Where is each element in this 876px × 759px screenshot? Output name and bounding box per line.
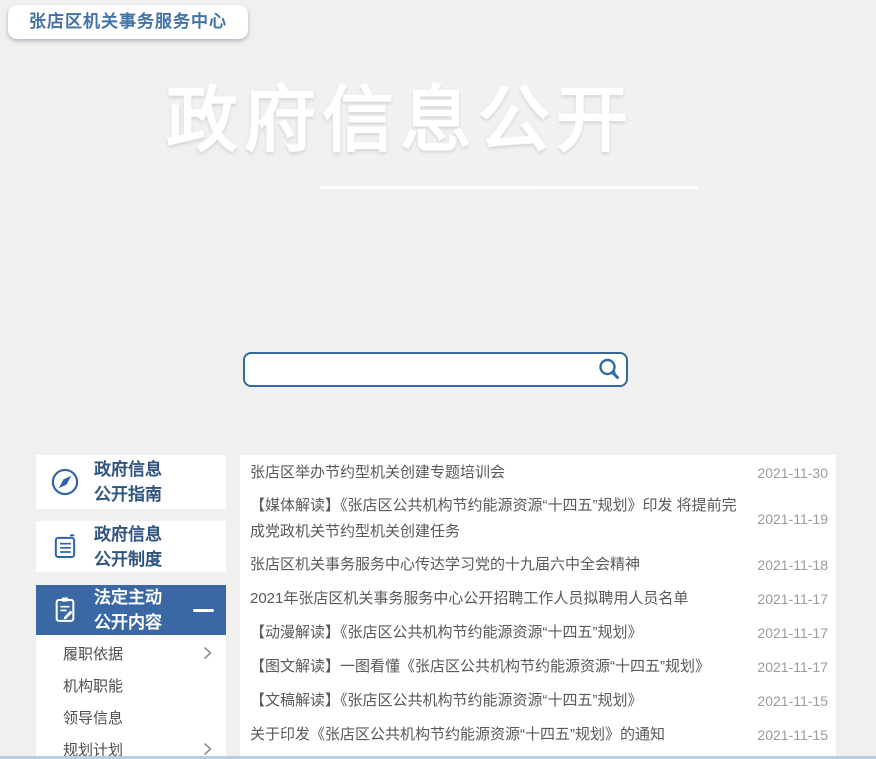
sidebar-item-statutory-disclosure-active[interactable]: 法定主动 公开内容: [36, 585, 226, 635]
site-name-badge[interactable]: 张店区机关事务服务中心: [8, 5, 248, 39]
news-item-title: 【文稿解读】《张店区公共机构节约能源资源“十四五”规划》: [250, 685, 745, 717]
search-bar: [243, 352, 628, 387]
news-item-title: 2021年张店区机关事务服务中心公开招聘工作人员拟聘用人员名单: [250, 583, 745, 615]
news-item-date: 2021-11-19: [757, 511, 828, 527]
sidebar-nav: 政府信息 公开指南 政府信息 公开制度: [36, 455, 226, 759]
news-list-item[interactable]: 2021年张店区机关事务服务中心公开招聘工作人员拟聘用人员名单 2021-11-…: [240, 582, 836, 616]
submenu-item-label: 履职依据: [63, 643, 123, 664]
news-item-date: 2021-11-18: [757, 557, 828, 573]
news-item-date: 2021-11-17: [757, 625, 828, 641]
chevron-right-icon: [203, 742, 212, 756]
news-list-item[interactable]: 【文稿解读】《张店区公共机构节约能源资源“十四五”规划》 2021-11-15: [240, 684, 836, 718]
news-item-title: 【图文解读】一图看懂《张店区公共机构节约能源资源“十四五”规划》: [250, 651, 745, 683]
collapse-minus-icon[interactable]: [193, 609, 214, 612]
compass-icon: [36, 467, 94, 497]
news-item-date: 2021-11-15: [757, 693, 828, 709]
page: 张店区机关事务服务中心 政府信息公开: [0, 0, 876, 759]
sidebar-item-label: 政府信息 公开指南: [94, 457, 162, 507]
main-content: 政府信息 公开指南 政府信息 公开制度: [0, 284, 876, 759]
news-list-item[interactable]: 张店区举办节约型机关创建专题培训会 2021-11-30: [240, 456, 836, 490]
news-item-date: 2021-11-17: [757, 591, 828, 607]
news-item-date: 2021-11-15: [757, 727, 828, 743]
submenu-item-label: 领导信息: [63, 707, 123, 728]
submenu-item-label: 机构职能: [63, 675, 123, 696]
news-item-title: 张店区机关事务服务中心传达学习党的十九届六中全会精神: [250, 549, 745, 581]
news-item-title: 张店区举办节约型机关创建专题培训会: [250, 457, 745, 489]
sidebar-submenu-item[interactable]: 机构职能: [36, 669, 226, 701]
chevron-right-icon: [203, 646, 212, 660]
news-item-title: 【媒体解读】《张店区公共机构节约能源资源“十四五”规划》印发 将提前完成党政机关…: [250, 490, 745, 548]
news-item-title: 关于印发《张店区公共机构节约能源资源“十四五”规划》的通知: [250, 719, 745, 751]
header-banner: 张店区机关事务服务中心 政府信息公开: [0, 0, 876, 284]
news-list-item[interactable]: 张店区机关事务服务中心传达学习党的十九届六中全会精神 2021-11-18: [240, 548, 836, 582]
clipboard-pencil-icon: [36, 595, 94, 625]
title-underline: [320, 186, 698, 189]
news-item-title: 【动漫解读】《张店区公共机构节约能源资源“十四五”规划》: [250, 617, 745, 649]
news-list-item[interactable]: 【媒体解读】《张店区公共机构节约能源资源“十四五”规划》印发 将提前完成党政机关…: [240, 490, 836, 548]
sidebar-item-open-system[interactable]: 政府信息 公开制度: [36, 521, 226, 572]
news-list: 张店区举办节约型机关创建专题培训会 2021-11-30 【媒体解读】《张店区公…: [240, 455, 836, 759]
sidebar-item-label: 法定主动 公开内容: [94, 585, 162, 635]
sidebar-submenu: 履职依据 机构职能 领导信息 规划计划: [36, 635, 226, 759]
search-button[interactable]: [592, 354, 626, 385]
sidebar-item-label: 政府信息 公开制度: [94, 522, 162, 572]
sidebar-submenu-item[interactable]: 履职依据: [36, 637, 226, 669]
news-list-item[interactable]: 【图文解读】一图看懂《张店区公共机构节约能源资源“十四五”规划》 2021-11…: [240, 650, 836, 684]
sidebar-submenu-item[interactable]: 领导信息: [36, 701, 226, 733]
news-item-date: 2021-11-30: [757, 465, 828, 481]
news-list-item[interactable]: 【动漫解读】《张店区公共机构节约能源资源“十四五”规划》 2021-11-17: [240, 616, 836, 650]
news-item-date: 2021-11-17: [757, 659, 828, 675]
search-icon: [597, 357, 622, 382]
document-list-icon: [36, 532, 94, 562]
sidebar-item-open-guide[interactable]: 政府信息 公开指南: [36, 455, 226, 509]
page-title: 政府信息公开: [166, 82, 634, 161]
news-list-item[interactable]: 关于印发《张店区公共机构节约能源资源“十四五”规划》的通知 2021-11-15: [240, 718, 836, 752]
search-input[interactable]: [245, 354, 592, 385]
